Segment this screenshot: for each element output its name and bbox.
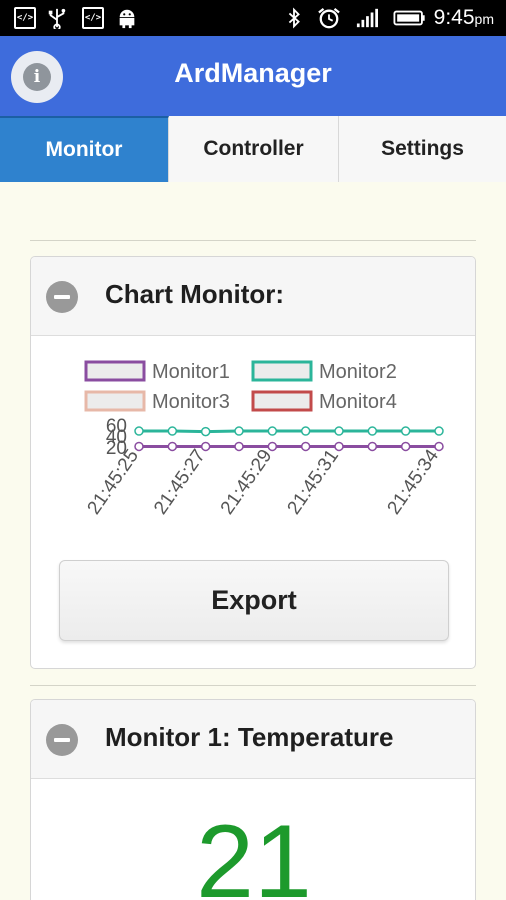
data-point <box>234 441 244 452</box>
code-icon: </> <box>82 7 104 29</box>
tab-bar: Monitor Controller Settings <box>0 116 506 182</box>
series-line <box>139 429 439 434</box>
data-point <box>367 426 378 436</box>
signal-icon <box>356 8 378 28</box>
data-point <box>400 426 411 436</box>
data-point <box>434 426 444 436</box>
export-button[interactable]: Export <box>59 560 449 641</box>
tab-controller[interactable]: Controller <box>169 116 339 182</box>
line-chart: Monitor1 Monitor2Monitor3 Monitor460402021… <box>83 360 444 519</box>
data-point <box>134 426 144 436</box>
legend-label: Monitor4 <box>319 391 397 413</box>
card-header[interactable]: Chart Monitor: <box>31 257 475 336</box>
data-point <box>167 426 178 436</box>
card-title: Monitor 1: Temperature <box>105 722 394 752</box>
data-point <box>134 441 144 452</box>
card-header[interactable]: Monitor 1: Temperature <box>31 700 475 779</box>
android-icon <box>119 9 135 29</box>
collapse-icon[interactable] <box>46 724 78 756</box>
chart-monitor-card: Chart Monitor: Monitor1 Monitor2 Monitor3 M… <box>30 256 476 669</box>
data-point <box>334 426 344 436</box>
usb-icon <box>48 8 66 29</box>
legend-swatch <box>84 360 146 382</box>
data-point <box>434 441 444 452</box>
data-point <box>334 441 344 452</box>
x-tick-label: 21:45:27 <box>150 446 210 519</box>
legend-label: Monitor2 <box>319 361 397 383</box>
x-tick-label: 21:45:34 <box>383 445 443 518</box>
alarm-icon <box>318 7 340 29</box>
data-point <box>267 441 278 452</box>
app-title: ArdManager <box>174 58 332 88</box>
data-point <box>300 426 311 436</box>
code-icon: </> <box>14 7 36 29</box>
divider <box>30 685 476 686</box>
bluetooth-icon <box>288 7 300 29</box>
x-tick-label: 21:45:31 <box>283 446 343 519</box>
legend-swatch <box>84 390 146 412</box>
tab-settings[interactable]: Settings <box>339 116 506 182</box>
data-point <box>167 441 178 452</box>
legend-swatch <box>251 390 313 412</box>
chart-area: Monitor1 Monitor2 Monitor3 Monitor4 60 40 20 21… <box>31 337 475 547</box>
monitor-value: 21 <box>196 804 312 900</box>
x-tick-label: 21:45:29 <box>217 446 277 519</box>
clock: 9:45pm <box>433 6 494 29</box>
card-title: Chart Monitor: <box>105 279 285 309</box>
legend-label: Monitor1 <box>152 361 230 383</box>
collapse-icon[interactable] <box>46 281 78 313</box>
status-bar: </> </> 9:45pm <box>0 0 506 36</box>
data-point <box>400 441 411 452</box>
legend-label: Monitor3 <box>152 391 230 413</box>
monitor-1-card: Monitor 1: Temperature 21 <box>30 699 476 900</box>
tab-monitor[interactable]: Monitor <box>0 116 169 182</box>
data-point <box>267 426 278 436</box>
data-point <box>200 426 211 437</box>
data-point <box>234 426 244 436</box>
data-point <box>367 441 378 452</box>
app-bar: i ArdManager <box>0 36 506 116</box>
data-point <box>300 441 311 452</box>
battery-icon <box>393 10 425 26</box>
divider <box>30 240 476 241</box>
legend-swatch <box>251 360 313 382</box>
data-point <box>200 441 211 452</box>
